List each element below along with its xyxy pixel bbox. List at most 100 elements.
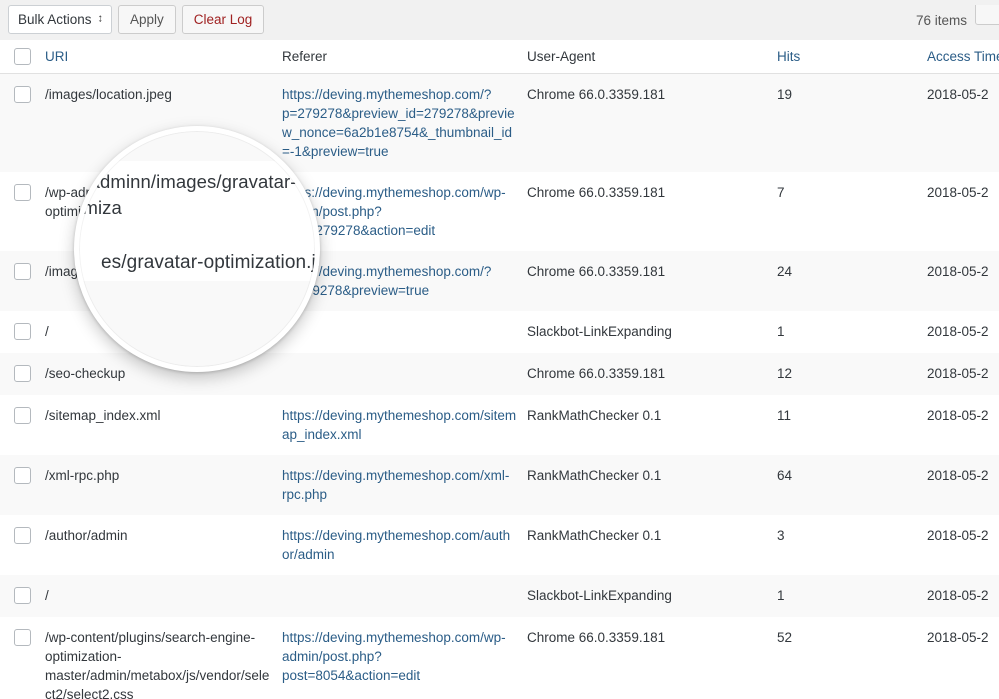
row-hits-cell: 1	[777, 575, 927, 617]
column-header-select-all[interactable]	[0, 40, 45, 73]
bulk-actions-label: Bulk Actions	[18, 6, 92, 33]
row-hits-cell: 64	[777, 455, 927, 515]
row-uri: /seo-checkup	[45, 366, 125, 381]
column-header-hits-label[interactable]: Hits	[777, 49, 800, 64]
row-hits: 52	[777, 630, 792, 645]
row-referer[interactable]: https://deving.mythemeshop.com/sitemap_i…	[282, 408, 516, 442]
row-checkbox[interactable]	[14, 263, 31, 280]
row-checkbox[interactable]	[14, 323, 31, 340]
row-select-cell[interactable]	[0, 311, 45, 353]
apply-button[interactable]: Apply	[118, 5, 176, 34]
row-referer-cell: https://deving.mythemeshop.com/author/ad…	[282, 515, 527, 575]
column-header-access-time-label[interactable]: Access Time	[927, 49, 999, 64]
row-hits: 3	[777, 528, 785, 543]
pagination-button[interactable]	[975, 5, 999, 25]
row-uri: /wp-content/plugins/search-engine-optimi…	[45, 630, 269, 699]
row-access-time-cell: 2018-05-2	[927, 455, 999, 515]
column-header-user-agent-label: User-Agent	[527, 49, 595, 64]
row-hits-cell: 52	[777, 617, 927, 699]
row-referer-cell	[282, 575, 527, 617]
row-hits: 19	[777, 87, 792, 102]
row-checkbox[interactable]	[14, 407, 31, 424]
column-header-referer-label: Referer	[282, 49, 327, 64]
table-row[interactable]: /wp-content/plugins/search-engine-optimi…	[0, 617, 999, 699]
table-row[interactable]: /Slackbot-LinkExpanding12018-05-2	[0, 575, 999, 617]
column-header-referer: Referer	[282, 40, 527, 73]
row-access-time: 2018-05-2	[927, 185, 989, 200]
row-uri: /images/location.jpeg	[45, 87, 172, 102]
row-referer[interactable]: https://deving.mythemeshop.com/wp-admin/…	[282, 630, 506, 683]
row-referer-cell: https://deving.mythemeshop.com/?p=279278…	[282, 73, 527, 172]
row-uri-cell: /xml-rpc.php	[45, 455, 282, 515]
row-select-cell[interactable]	[0, 395, 45, 455]
row-hits-cell: 11	[777, 395, 927, 455]
row-checkbox[interactable]	[14, 587, 31, 604]
row-user-agent-cell: RankMathChecker 0.1	[527, 395, 777, 455]
row-access-time-cell: 2018-05-2	[927, 172, 999, 251]
table-row[interactable]: /author/admin https://deving.mythemeshop.…	[0, 515, 999, 575]
row-uri: /sitemap_index.xml	[45, 408, 161, 423]
row-access-time: 2018-05-2	[927, 324, 989, 339]
row-hits: 12	[777, 366, 792, 381]
row-user-agent-cell: Chrome 66.0.3359.181	[527, 353, 777, 395]
row-user-agent: Slackbot-LinkExpanding	[527, 324, 672, 339]
bulk-actions-group: Bulk Actions ↕ Apply Clear Log	[8, 5, 264, 34]
row-uri: /	[45, 324, 49, 339]
row-access-time: 2018-05-2	[927, 528, 989, 543]
row-uri: /xml-rpc.php	[45, 468, 119, 483]
table-row[interactable]: /sitemap_index.xml https://deving.mytheme…	[0, 395, 999, 455]
row-referer-cell: https://deving.mythemeshop.com/wp-admin/…	[282, 617, 527, 699]
clear-log-button[interactable]: Clear Log	[182, 5, 265, 34]
row-select-cell[interactable]	[0, 515, 45, 575]
row-checkbox[interactable]	[14, 629, 31, 646]
pagination-button-clipped[interactable]	[975, 5, 999, 35]
row-select-cell[interactable]	[0, 455, 45, 515]
row-uri: /author/admin	[45, 528, 128, 543]
row-select-cell[interactable]	[0, 172, 45, 251]
table-row[interactable]: /xml-rpc.php https://deving.mythemeshop.c…	[0, 455, 999, 515]
column-header-hits[interactable]: Hits	[777, 40, 927, 73]
items-count-label: 76 items	[916, 13, 967, 28]
row-hits-cell: 24	[777, 251, 927, 311]
magnifier-lens: p-adminn/images/gravatar- timiza es/grav…	[74, 126, 320, 372]
row-user-agent: RankMathChecker 0.1	[527, 408, 661, 423]
row-referer-cell: https://deving.mythemeshop.com/sitemap_i…	[282, 395, 527, 455]
row-referer-cell: https://deving.mythemeshop.com/xml-rpc.p…	[282, 455, 527, 515]
row-hits: 7	[777, 185, 785, 200]
row-select-cell[interactable]	[0, 575, 45, 617]
lens-magnified-text: es/gravatar-optimization.jpeg	[101, 252, 315, 274]
row-hits-cell: 12	[777, 353, 927, 395]
row-access-time-cell: 2018-05-2	[927, 251, 999, 311]
select-all-checkbox[interactable]	[14, 48, 31, 65]
row-select-cell[interactable]	[0, 73, 45, 172]
row-checkbox[interactable]	[14, 527, 31, 544]
row-select-cell[interactable]	[0, 251, 45, 311]
row-referer[interactable]: https://deving.mythemeshop.com/xml-rpc.p…	[282, 468, 509, 502]
column-header-user-agent: User-Agent	[527, 40, 777, 73]
row-checkbox[interactable]	[14, 184, 31, 201]
row-access-time: 2018-05-2	[927, 468, 989, 483]
row-access-time-cell: 2018-05-2	[927, 311, 999, 353]
row-user-agent-cell: RankMathChecker 0.1	[527, 515, 777, 575]
bulk-actions-select[interactable]: Bulk Actions ↕	[8, 5, 112, 34]
row-uri-cell: /wp-content/plugins/search-engine-optimi…	[45, 617, 282, 699]
column-header-uri[interactable]: URI	[45, 40, 282, 73]
row-checkbox[interactable]	[14, 467, 31, 484]
column-header-access-time[interactable]: Access Time	[927, 40, 999, 73]
row-user-agent: RankMathChecker 0.1	[527, 468, 661, 483]
row-referer-cell	[282, 311, 527, 353]
row-select-cell[interactable]	[0, 617, 45, 699]
row-hits: 1	[777, 588, 785, 603]
row-hits: 64	[777, 468, 792, 483]
row-select-cell[interactable]	[0, 353, 45, 395]
row-access-time: 2018-05-2	[927, 630, 989, 645]
row-checkbox[interactable]	[14, 365, 31, 382]
column-header-uri-label[interactable]: URI	[45, 49, 68, 64]
lens-band-top	[79, 131, 315, 161]
row-access-time-cell: 2018-05-2	[927, 73, 999, 172]
row-referer[interactable]: https://deving.mythemeshop.com/author/ad…	[282, 528, 510, 562]
row-hits: 1	[777, 324, 785, 339]
toolbar-right-group: 76 items	[916, 0, 993, 40]
row-referer[interactable]: https://deving.mythemeshop.com/?p=279278…	[282, 87, 515, 159]
row-checkbox[interactable]	[14, 86, 31, 103]
